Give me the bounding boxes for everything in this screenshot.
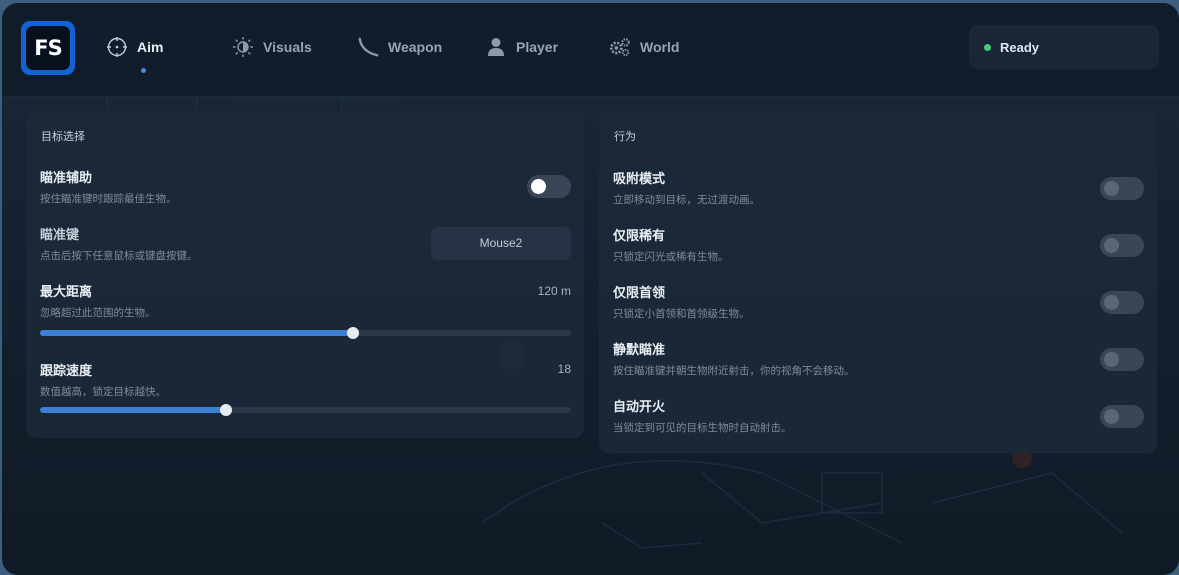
boss-only-toggle-knob: [1104, 295, 1119, 310]
crosshair-icon: [106, 36, 128, 58]
user-icon: [485, 36, 507, 58]
bow-icon: [357, 36, 379, 58]
targeting-panel: 目标选择 瞄准辅助 按住瞄准键时跟踪最佳生物。 瞄准键 点击后按下任意鼠标或键盘…: [26, 111, 584, 438]
gears-icon: [609, 36, 631, 58]
behavior-panel-title: 行为: [614, 130, 636, 143]
tab-weapon[interactable]: Weapon: [357, 33, 442, 61]
aim-key-title: 瞄准键: [40, 228, 80, 243]
silent-aim-toggle-knob: [1104, 352, 1119, 367]
status-dot: [984, 43, 991, 51]
rare-only-title: 仅限稀有: [613, 229, 666, 244]
silent-aim-toggle[interactable]: [1100, 348, 1144, 371]
tab-player-label: Player: [516, 39, 559, 55]
aim-key-button[interactable]: Mouse2: [431, 227, 571, 260]
active-tab-indicator: [141, 68, 146, 73]
snap-mode-subtitle: 立即移动到目标，无过渡动画。: [613, 194, 760, 206]
boss-only-title: 仅限首领: [613, 286, 666, 301]
app-logo: FS: [21, 21, 75, 75]
max-distance-value: 120 m: [537, 284, 571, 298]
tracking-speed-slider-thumb[interactable]: [219, 404, 232, 416]
rare-only-toggle-knob: [1104, 238, 1119, 253]
tab-visuals[interactable]: Visuals: [232, 33, 312, 61]
tracking-speed-subtitle: 数值越高，锁定目标越快。: [40, 386, 166, 398]
auto-fire-toggle-knob: [1104, 409, 1119, 424]
snap-mode-toggle-knob: [1104, 181, 1119, 196]
status-text: Ready: [1000, 39, 1040, 55]
tab-world[interactable]: World: [609, 33, 679, 61]
auto-fire-title: 自动开火: [613, 400, 666, 415]
targeting-panel-title: 目标选择: [41, 130, 85, 143]
silent-aim-title: 静默瞄准: [613, 343, 666, 358]
max-distance-title: 最大距离: [40, 285, 93, 300]
snap-mode-toggle[interactable]: [1100, 177, 1144, 200]
logo-text: FS: [26, 26, 70, 70]
silent-aim-subtitle: 按住瞄准键并朝生物附近射击，你的视角不会移动。: [613, 365, 855, 377]
tab-world-label: World: [640, 39, 680, 55]
tracking-speed-slider-fill: [40, 407, 226, 413]
app-window: FS Aim Visuals Weapon Player World Ready…: [2, 3, 1179, 575]
rare-only-subtitle: 只锁定闪光或稀有生物。: [613, 251, 729, 263]
sun-icon: [232, 36, 254, 58]
auto-fire-subtitle: 当锁定到可见的目标生物时自动射击。: [613, 422, 792, 434]
behavior-panel: 行为 吸附模式 立即移动到目标，无过渡动画。 仅限稀有 只锁定闪光或稀有生物。 …: [599, 111, 1157, 453]
rare-only-toggle[interactable]: [1100, 234, 1144, 257]
top-bar: FS Aim Visuals Weapon Player World Ready: [2, 3, 1179, 97]
aim-assist-subtitle: 按住瞄准键时跟踪最佳生物。: [40, 193, 177, 205]
aim-assist-toggle[interactable]: [527, 175, 571, 198]
status-badge: Ready: [969, 25, 1159, 69]
tab-aim-label: Aim: [137, 39, 164, 55]
max-distance-subtitle: 忽略超过此范围的生物。: [40, 307, 156, 319]
tracking-speed-value: 18: [557, 362, 571, 376]
max-distance-slider-thumb[interactable]: [347, 327, 360, 339]
snap-mode-title: 吸附模式: [613, 172, 666, 187]
tab-visuals-label: Visuals: [263, 39, 312, 55]
aim-assist-title: 瞄准辅助: [40, 171, 93, 186]
auto-fire-toggle[interactable]: [1100, 405, 1144, 428]
boss-only-subtitle: 只锁定小首领和首领级生物。: [613, 308, 750, 320]
max-distance-slider-fill: [40, 330, 354, 336]
tab-weapon-label: Weapon: [388, 39, 443, 55]
tab-player[interactable]: Player: [485, 33, 558, 61]
tab-aim[interactable]: Aim: [106, 33, 163, 61]
tracking-speed-title: 跟踪速度: [40, 364, 93, 379]
aim-key-subtitle: 点击后按下任意鼠标或键盘按键。: [40, 250, 198, 262]
aim-assist-toggle-knob: [531, 179, 546, 194]
boss-only-toggle[interactable]: [1100, 291, 1144, 314]
tracking-speed-slider[interactable]: [40, 404, 571, 416]
max-distance-slider[interactable]: [40, 327, 571, 339]
